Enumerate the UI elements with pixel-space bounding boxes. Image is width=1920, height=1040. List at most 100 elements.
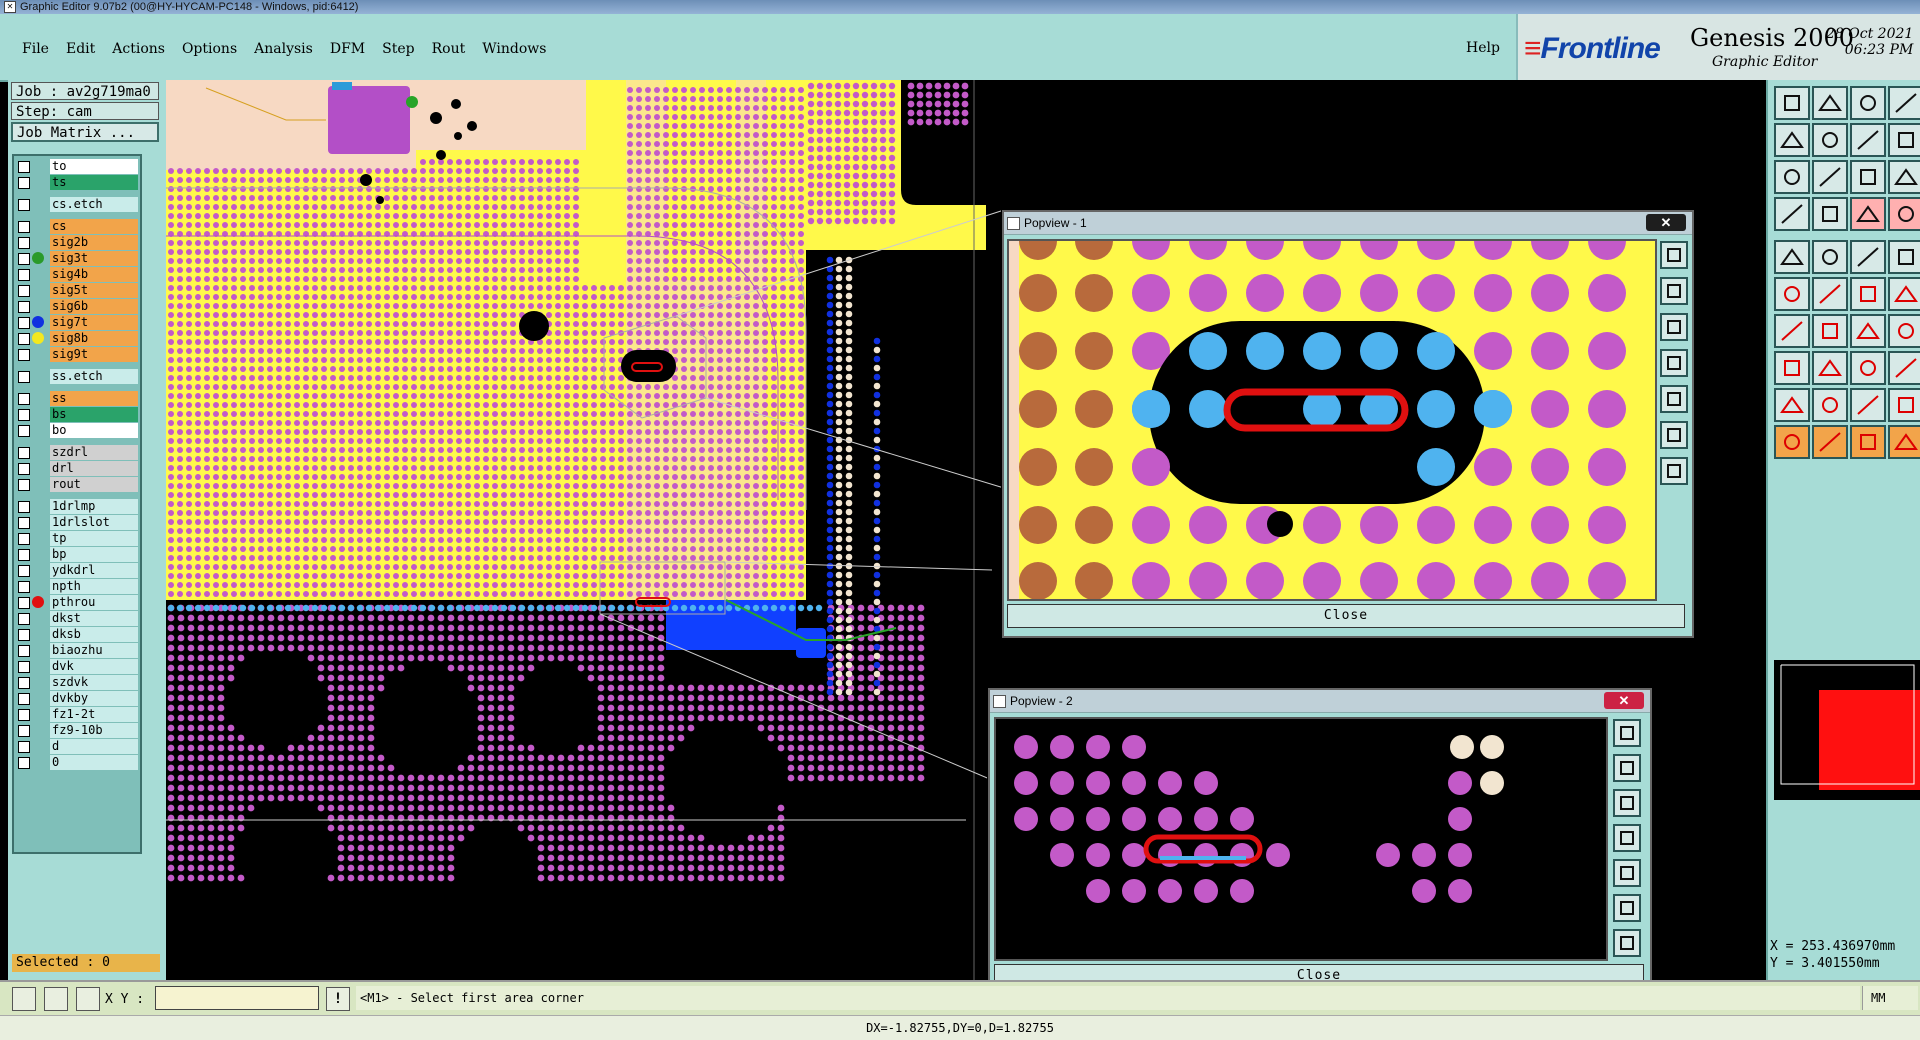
layer-checkbox[interactable]: [18, 709, 30, 721]
layer-row[interactable]: pthrou: [16, 595, 138, 610]
menu-dfm[interactable]: DFM: [330, 41, 365, 57]
layer-checkbox[interactable]: [18, 533, 30, 545]
pin-icon[interactable]: [1812, 197, 1848, 231]
layer-row[interactable]: cs.etch: [16, 197, 138, 212]
layer-checkbox[interactable]: [18, 221, 30, 233]
slash-icon[interactable]: [1812, 314, 1848, 348]
layer-checkbox[interactable]: [18, 199, 30, 211]
layer-checkbox[interactable]: [18, 693, 30, 705]
layer-checkbox[interactable]: [18, 317, 30, 329]
unit-selector[interactable]: MM: [1862, 986, 1918, 1010]
copy-icon[interactable]: [1888, 351, 1920, 385]
layer-row[interactable]: biaozhu: [16, 643, 138, 658]
ruler-icon[interactable]: [1850, 240, 1886, 274]
popview-2-tool-1-icon[interactable]: [1613, 719, 1641, 747]
menu-actions[interactable]: Actions: [112, 41, 165, 57]
layer-row[interactable]: ydkdrl: [16, 563, 138, 578]
layer-row[interactable]: ss.etch: [16, 369, 138, 384]
help-icon[interactable]: [1888, 160, 1920, 194]
triangle-b-icon[interactable]: [1850, 388, 1886, 422]
layer-row[interactable]: cs: [16, 219, 138, 234]
layer-checkbox[interactable]: [18, 301, 30, 313]
layer-row[interactable]: bs: [16, 407, 138, 422]
layer-checkbox[interactable]: [18, 645, 30, 657]
pad-add-icon[interactable]: [1774, 351, 1810, 385]
layer-row[interactable]: sig7t: [16, 315, 138, 330]
layer-row[interactable]: sig6b: [16, 299, 138, 314]
popview-1-tool-2-icon[interactable]: [1660, 277, 1688, 305]
popview-1-tool-6-icon[interactable]: [1660, 421, 1688, 449]
pan-left-icon[interactable]: [1774, 123, 1810, 157]
abort-button[interactable]: !: [326, 987, 350, 1011]
popview-2-tool-5-icon[interactable]: [1613, 859, 1641, 887]
text-icon[interactable]: [1888, 314, 1920, 348]
popview-2-tool-4-icon[interactable]: [1613, 824, 1641, 852]
popview-1-titlebar[interactable]: Popview - 1 ✕: [1004, 212, 1692, 235]
popview-1-tool-4-icon[interactable]: [1660, 349, 1688, 377]
layer-row[interactable]: ts: [16, 175, 138, 190]
triangle-icon[interactable]: [1774, 388, 1810, 422]
line-icon[interactable]: [1812, 240, 1848, 274]
layer-row[interactable]: 0: [16, 755, 138, 770]
layer-row[interactable]: to: [16, 159, 138, 174]
layer-row[interactable]: szdvk: [16, 675, 138, 690]
popview-2-close-icon[interactable]: ✕: [1604, 692, 1644, 709]
overview-map[interactable]: [1774, 660, 1920, 800]
triangle-c-icon[interactable]: [1888, 388, 1920, 422]
layer-checkbox[interactable]: [18, 597, 30, 609]
layer-row[interactable]: 1drlslot: [16, 515, 138, 530]
layer-row[interactable]: bo: [16, 423, 138, 438]
layer-row[interactable]: sig8b: [16, 331, 138, 346]
popview-1-close-button[interactable]: Close: [1007, 604, 1685, 628]
layers-icon[interactable]: [1888, 197, 1920, 231]
scale-1-2-icon[interactable]: [1850, 160, 1886, 194]
layer-row[interactable]: dkst: [16, 611, 138, 626]
layer-checkbox[interactable]: [18, 581, 30, 593]
layer-row[interactable]: fz1-2t: [16, 707, 138, 722]
popview-2-tool-7-icon[interactable]: [1613, 929, 1641, 957]
layer-checkbox[interactable]: [18, 757, 30, 769]
layer-checkbox[interactable]: [18, 565, 30, 577]
select-icon[interactable]: [1774, 425, 1810, 459]
menu-windows[interactable]: Windows: [482, 41, 546, 57]
cross-icon[interactable]: [1812, 277, 1848, 311]
menu-file[interactable]: File: [22, 41, 49, 57]
layer-row[interactable]: dvk: [16, 659, 138, 674]
net-icon[interactable]: [1888, 277, 1920, 311]
connect-icon[interactable]: [1774, 277, 1810, 311]
layer-row[interactable]: sig5t: [16, 283, 138, 298]
layer-checkbox[interactable]: [18, 549, 30, 561]
features-icon[interactable]: [1850, 197, 1886, 231]
home-icon[interactable]: [1850, 86, 1886, 120]
popview-1-tool-1-icon[interactable]: [1660, 241, 1688, 269]
layer-row[interactable]: ss: [16, 391, 138, 406]
layer-checkbox[interactable]: [18, 447, 30, 459]
select-2-icon[interactable]: [1812, 425, 1848, 459]
layer-row[interactable]: dksb: [16, 627, 138, 642]
layer-checkbox[interactable]: [18, 613, 30, 625]
popview-2-tool-6-icon[interactable]: [1613, 894, 1641, 922]
menu-help[interactable]: Help: [1466, 40, 1500, 56]
layer-checkbox[interactable]: [18, 349, 30, 361]
popview-1-view[interactable]: [1007, 239, 1657, 601]
fit-icon[interactable]: [1774, 160, 1810, 194]
pad-icon[interactable]: [1774, 240, 1810, 274]
layer-checkbox[interactable]: [18, 629, 30, 641]
zoom-area-icon[interactable]: [12, 987, 36, 1011]
layer-row[interactable]: sig2b: [16, 235, 138, 250]
layer-row[interactable]: dvkby: [16, 691, 138, 706]
layer-row[interactable]: sig3t: [16, 251, 138, 266]
layer-checkbox[interactable]: [18, 741, 30, 753]
layer-checkbox[interactable]: [18, 393, 30, 405]
menu-rout[interactable]: Rout: [432, 41, 466, 57]
popview-2-tool-3-icon[interactable]: [1613, 789, 1641, 817]
step-up-icon[interactable]: [1774, 86, 1810, 120]
line-add-icon[interactable]: [1812, 351, 1848, 385]
move-icon[interactable]: [1850, 277, 1886, 311]
layer-row[interactable]: fz9-10b: [16, 723, 138, 738]
popview-2-view[interactable]: [994, 717, 1608, 961]
redraw-icon[interactable]: [1888, 86, 1920, 120]
layer-checkbox[interactable]: [18, 269, 30, 281]
layer-row[interactable]: d: [16, 739, 138, 754]
step-down-icon[interactable]: [1812, 86, 1848, 120]
